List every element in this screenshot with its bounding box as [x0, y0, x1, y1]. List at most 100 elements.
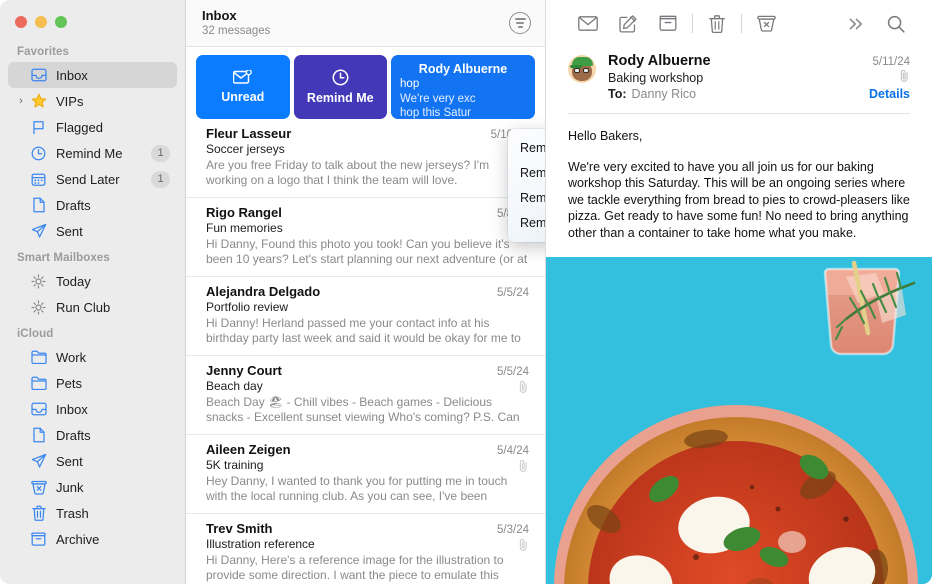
compose-button[interactable] — [608, 9, 648, 39]
sidebar-item-label: Drafts — [56, 197, 91, 213]
gear-icon — [30, 273, 47, 290]
archive-button[interactable] — [648, 9, 688, 39]
star-icon — [30, 93, 47, 110]
minimize-button[interactable] — [35, 16, 47, 28]
archive-icon — [30, 531, 47, 548]
sidebar-item-label: Today — [56, 273, 91, 289]
details-link[interactable]: Details — [869, 87, 910, 101]
swipe-unread-label: Unread — [221, 90, 265, 104]
calendar-icon — [30, 171, 47, 188]
sidebar-item-label: Run Club — [56, 299, 111, 315]
sidebar-item-trash[interactable]: Trash — [8, 500, 177, 526]
trash-icon — [30, 505, 47, 522]
selected-card-preview-1: We're very exc — [400, 93, 476, 105]
sidebar-item-inbox[interactable]: Inbox — [8, 396, 177, 422]
message-subject: Fun memories — [206, 221, 283, 235]
sidebar-item-label: Remind Me — [56, 145, 123, 161]
search-button[interactable] — [876, 9, 916, 39]
message-subject: Illustration reference — [206, 537, 315, 551]
sidebar-item-pets[interactable]: Pets — [8, 370, 177, 396]
avatar — [568, 55, 596, 83]
sidebar-section-header: iCloud — [17, 328, 54, 340]
selected-message-card[interactable]: Rody Albuerne hop We're very exc hop thi… — [391, 55, 535, 119]
context-menu-item[interactable]: Remind Me Tomorrow — [508, 186, 545, 211]
sidebar-item-run-club[interactable]: Run Club — [8, 294, 177, 320]
sidebar-item-label: Inbox — [56, 67, 88, 83]
message-date: 5/4/24 — [497, 445, 529, 457]
message-date: 5/11/24 — [872, 56, 910, 68]
sidebar-item-vips[interactable]: › VIPs — [8, 88, 177, 114]
sidebar-item-label: Flagged — [56, 119, 103, 135]
document-icon — [30, 427, 47, 444]
clock-icon — [332, 69, 349, 86]
more-button[interactable] — [836, 9, 876, 39]
message-date: 5/5/24 — [497, 366, 529, 378]
sidebar-item-flagged[interactable]: Flagged — [8, 114, 177, 140]
message-list-item[interactable]: Fleur Lasseur 5/10/24 Soccer jerseys Are… — [186, 119, 545, 198]
message-subject: Baking workshop — [608, 71, 704, 85]
sidebar-item-today[interactable]: Today — [8, 268, 177, 294]
message-preview: Hi Danny! Herland passed me your contact… — [206, 316, 521, 345]
sidebar-item-label: Archive — [56, 531, 100, 547]
sidebar-item-label: Work — [56, 349, 87, 365]
swipe-unread-button[interactable]: Unread — [196, 55, 290, 119]
paperclip-icon — [900, 69, 908, 82]
message-subject: Beach day — [206, 379, 263, 393]
message-preview: Hey Danny, I wanted to thank you for put… — [206, 474, 508, 503]
filter-sort-icon[interactable] — [509, 12, 531, 34]
swipe-remind-button[interactable]: Remind Me — [293, 55, 388, 119]
sidebar-item-inbox[interactable]: Inbox — [8, 62, 177, 88]
pizza-photo-graphic — [546, 257, 932, 584]
message-list-item[interactable]: Alejandra Delgado 5/5/24 Portfolio revie… — [186, 277, 545, 356]
paper-plane-icon — [30, 223, 47, 240]
zoom-button[interactable] — [55, 16, 67, 28]
archive-icon — [659, 15, 677, 31]
message-list-item[interactable]: Rigo Rangel 5/8/24 Fun memories Hi Danny… — [186, 198, 545, 277]
sidebar-item-label: Send Later — [56, 171, 120, 187]
paperclip-icon — [519, 380, 527, 393]
folder-icon — [30, 375, 47, 392]
sidebar-item-sent[interactable]: Sent — [8, 448, 177, 474]
message-preview: Hi Danny, Here's a reference image for t… — [206, 553, 504, 582]
junk-icon — [30, 479, 47, 496]
mailbox-title: Inbox — [202, 8, 237, 23]
message-date: 5/5/24 — [497, 287, 529, 299]
sidebar-item-archive[interactable]: Archive — [8, 526, 177, 552]
document-icon — [30, 197, 47, 214]
sidebar-item-work[interactable]: Work — [8, 344, 177, 370]
clock-icon — [30, 145, 47, 162]
sidebar-item-junk[interactable]: Junk — [8, 474, 177, 500]
paperclip-icon — [519, 538, 527, 551]
message-list-item[interactable]: Jenny Court 5/5/24 Beach day Beach Day 🏖… — [186, 356, 545, 435]
reading-pane: Rody Albuerne 5/11/24 Baking workshop To… — [546, 0, 932, 584]
inbox-icon — [30, 67, 47, 84]
sidebar-item-label: Inbox — [56, 401, 88, 417]
message-sender: Trev Smith — [206, 521, 273, 536]
sidebar-item-remind-me[interactable]: Remind Me 1 — [8, 140, 177, 166]
sidebar-item-label: Pets — [56, 375, 83, 391]
remind-me-context-menu[interactable]: Remind Me in 1 HourRemind Me TonightRemi… — [508, 129, 545, 242]
context-menu-item[interactable]: Remind Me Tonight — [508, 161, 545, 186]
mark-unread-button[interactable] — [568, 9, 608, 39]
swipe-action-row: Unread Remind Me Rody Albuerne hop We're… — [186, 47, 545, 119]
message-list-item[interactable]: Trev Smith 5/3/24 Illustration reference… — [186, 514, 545, 584]
message-header: Rody Albuerne 5/11/24 Baking workshop To… — [546, 47, 932, 111]
sidebar-item-send-later[interactable]: Send Later 1 — [8, 166, 177, 192]
context-menu-item[interactable]: Remind Me in 1 Hour — [508, 136, 545, 161]
chevron-double-right-icon — [849, 18, 862, 29]
traffic-lights — [0, 0, 185, 38]
sidebar-section-header: Smart Mailboxes — [17, 252, 110, 264]
message-preview: Beach Day 🏖 - Chill vibes - Beach games … — [206, 395, 520, 424]
junk-button[interactable] — [746, 9, 786, 39]
message-list-item[interactable]: Aileen Zeigen 5/4/24 5K training Hey Dan… — [186, 435, 545, 514]
unread-envelope-icon — [233, 70, 253, 84]
close-button[interactable] — [15, 16, 27, 28]
delete-button[interactable] — [697, 9, 737, 39]
chevron-right-icon[interactable]: › — [16, 96, 26, 107]
sidebar-item-drafts[interactable]: Drafts — [8, 192, 177, 218]
sidebar-item-drafts[interactable]: Drafts — [8, 422, 177, 448]
trash-icon — [709, 14, 725, 33]
sidebar-item-sent[interactable]: Sent — [8, 218, 177, 244]
flag-icon — [30, 119, 47, 136]
context-menu-item[interactable]: Remind Me Later… — [508, 211, 545, 236]
